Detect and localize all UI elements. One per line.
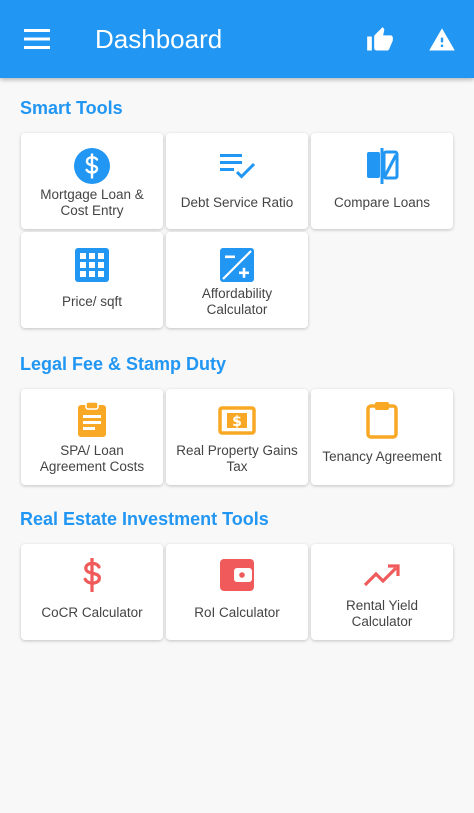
dollar-sign-icon (73, 556, 111, 594)
card-label: Affordability Calculator (201, 286, 273, 317)
card-debt-service-ratio[interactable]: Debt Service Ratio (166, 133, 308, 229)
card-roi-calculator[interactable]: RoI Calculator (166, 544, 308, 640)
clipboard-icon (363, 401, 401, 439)
card-mortgage-loan[interactable]: Mortgage Loan & Cost Entry (21, 133, 163, 229)
section-title-smart-tools: Smart Tools (20, 98, 123, 118)
compare-icon (363, 147, 401, 185)
svg-text:$: $ (232, 414, 242, 430)
app-bar: Dashboard (0, 0, 474, 78)
card-rental-yield-calculator[interactable]: Rental Yield Calculator (311, 544, 453, 640)
grid-icon (73, 246, 111, 284)
wallet-icon (218, 556, 256, 594)
card-label: RoI Calculator (194, 605, 280, 620)
section-title-legal-fee: Legal Fee & Stamp Duty (20, 354, 227, 374)
dollar-circle-icon (73, 147, 111, 185)
card-affordability-calculator[interactable]: Affordability Calculator (166, 232, 308, 328)
card-tenancy-agreement[interactable]: Tenancy Agreement (311, 389, 453, 485)
section-title-real-estate-investment: Real Estate Investment Tools (20, 509, 269, 529)
card-real-property-gains-tax[interactable]: $ Real Property Gains Tax (166, 389, 308, 485)
trending-up-icon (363, 556, 401, 594)
money-icon: $ (218, 401, 256, 439)
calculator-icon (218, 246, 256, 284)
card-label: Rental Yield Calculator (345, 598, 419, 629)
clipboard-list-icon (73, 401, 111, 439)
card-label: Price/ sqft (61, 294, 123, 309)
warning-icon[interactable] (428, 26, 456, 54)
card-spa-loan-agreement[interactable]: SPA/ Loan Agreement Costs (21, 389, 163, 485)
card-cocr-calculator[interactable]: CoCR Calculator (21, 544, 163, 640)
card-label: Real Property Gains Tax (176, 443, 298, 474)
checklist-icon (218, 147, 256, 185)
thumbs-up-icon[interactable] (366, 26, 394, 54)
card-label: Compare Loans (333, 195, 431, 210)
card-label: Debt Service Ratio (180, 195, 294, 210)
card-price-sqft[interactable]: Price/ sqft (21, 232, 163, 328)
card-compare-loans[interactable]: Compare Loans (311, 133, 453, 229)
card-label: SPA/ Loan Agreement Costs (39, 443, 145, 474)
card-label: Mortgage Loan & Cost Entry (40, 187, 144, 218)
page-title: Dashboard (95, 24, 223, 54)
hamburger-menu-icon[interactable] (24, 28, 50, 50)
card-label: CoCR Calculator (41, 605, 143, 620)
card-label: Tenancy Agreement (322, 449, 442, 464)
